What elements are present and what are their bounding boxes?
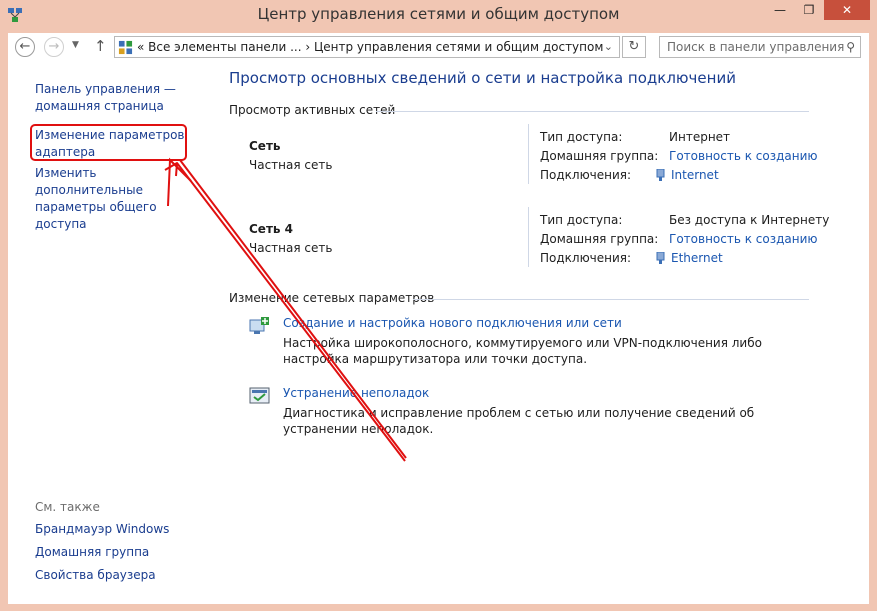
main-panel: Просмотр основных сведений о сети и наст… (229, 61, 849, 604)
troubleshoot-link[interactable]: Устранение неполадок (283, 386, 429, 400)
control-panel-home-link[interactable]: Панель управления — домашняя страница (35, 81, 185, 115)
troubleshoot-description: Диагностика и исправление проблем с сеть… (283, 406, 755, 436)
control-panel-icon (118, 40, 133, 55)
active-networks-header: Просмотр активных сетей (229, 103, 396, 117)
see-also-caption: См. также (35, 500, 100, 514)
homegroup-link[interactable]: Готовность к созданию (669, 232, 818, 246)
back-button[interactable]: ← (15, 37, 35, 57)
divider (413, 299, 809, 300)
content-area: Панель управления — домашняя страница Из… (8, 61, 869, 604)
window: Центр управления сетями и общим доступом… (0, 0, 877, 611)
divider (376, 111, 809, 112)
change-settings-header: Изменение сетевых параметров (229, 291, 435, 305)
connections-label: Подключения: (540, 251, 632, 265)
connection-link[interactable]: Ethernet (656, 251, 723, 265)
title-bar: Центр управления сетями и общим доступом… (0, 0, 877, 30)
arrow-left-icon: ← (19, 39, 31, 54)
network-type: Частная сеть (249, 158, 333, 172)
see-also-homegroup-link[interactable]: Домашняя группа (35, 544, 149, 561)
see-also-firewall-link[interactable]: Брандмауэр Windows (35, 521, 169, 538)
homegroup-label: Домашняя группа: (540, 232, 659, 246)
network-name: Сеть 4 (249, 222, 294, 236)
recent-pages-dropdown[interactable]: ▼ (72, 40, 79, 50)
new-connection-link[interactable]: Создание и настройка нового подключения … (283, 316, 622, 330)
divider (528, 207, 529, 267)
new-connection-description: Настройка широкополосного, коммутируемог… (283, 336, 762, 366)
refresh-button[interactable]: ↻ (622, 36, 646, 58)
annotation-highlight (30, 124, 187, 161)
new-connection-icon (249, 317, 269, 334)
connection-name[interactable]: Internet (671, 168, 719, 182)
navigation-bar: ← → ▼ ↑ « Все элементы панели ... › Цент… (8, 33, 869, 61)
search-placeholder: Поиск в панели управления (667, 40, 845, 54)
search-icon[interactable]: ⚲ (846, 40, 855, 54)
divider (528, 124, 529, 184)
arrow-up-icon: ↑ (94, 37, 107, 55)
minimize-button[interactable]: — (766, 0, 794, 20)
access-type-value: Интернет (669, 130, 731, 144)
address-bar[interactable]: « Все элементы панели ... › Центр управл… (114, 36, 620, 58)
access-type-value: Без доступа к Интернету (669, 213, 830, 227)
access-type-label: Тип доступа: (540, 213, 623, 227)
ethernet-icon (656, 252, 665, 264)
connection-name[interactable]: Ethernet (671, 251, 723, 265)
network-type: Частная сеть (249, 241, 333, 255)
see-also-browser-properties-link[interactable]: Свойства браузера (35, 567, 156, 584)
advanced-sharing-settings-link[interactable]: Изменить дополнительные параметры общего… (35, 165, 195, 233)
close-button[interactable]: ✕ (824, 0, 870, 20)
connections-label: Подключения: (540, 168, 632, 182)
up-button[interactable]: ↑ (94, 37, 107, 55)
breadcrumb[interactable]: « Все элементы панели ... › Центр управл… (137, 40, 603, 54)
refresh-icon: ↻ (628, 39, 640, 54)
connection-link[interactable]: Internet (656, 168, 719, 182)
access-type-label: Тип доступа: (540, 130, 623, 144)
page-title: Просмотр основных сведений о сети и наст… (229, 69, 736, 87)
homegroup-label: Домашняя группа: (540, 149, 659, 163)
maximize-button[interactable]: ❐ (795, 0, 823, 20)
sidebar: Панель управления — домашняя страница Из… (8, 61, 203, 604)
network-name: Сеть (249, 139, 281, 153)
window-title: Центр управления сетями и общим доступом (257, 5, 620, 23)
chevron-down-icon[interactable]: ⌄ (604, 40, 613, 53)
forward-button[interactable]: → (44, 37, 64, 57)
homegroup-link[interactable]: Готовность к созданию (669, 149, 818, 163)
search-input[interactable]: Поиск в панели управления ⚲ (659, 36, 861, 58)
ethernet-icon (656, 169, 665, 181)
troubleshoot-icon (249, 387, 270, 404)
arrow-right-icon: → (48, 39, 60, 54)
